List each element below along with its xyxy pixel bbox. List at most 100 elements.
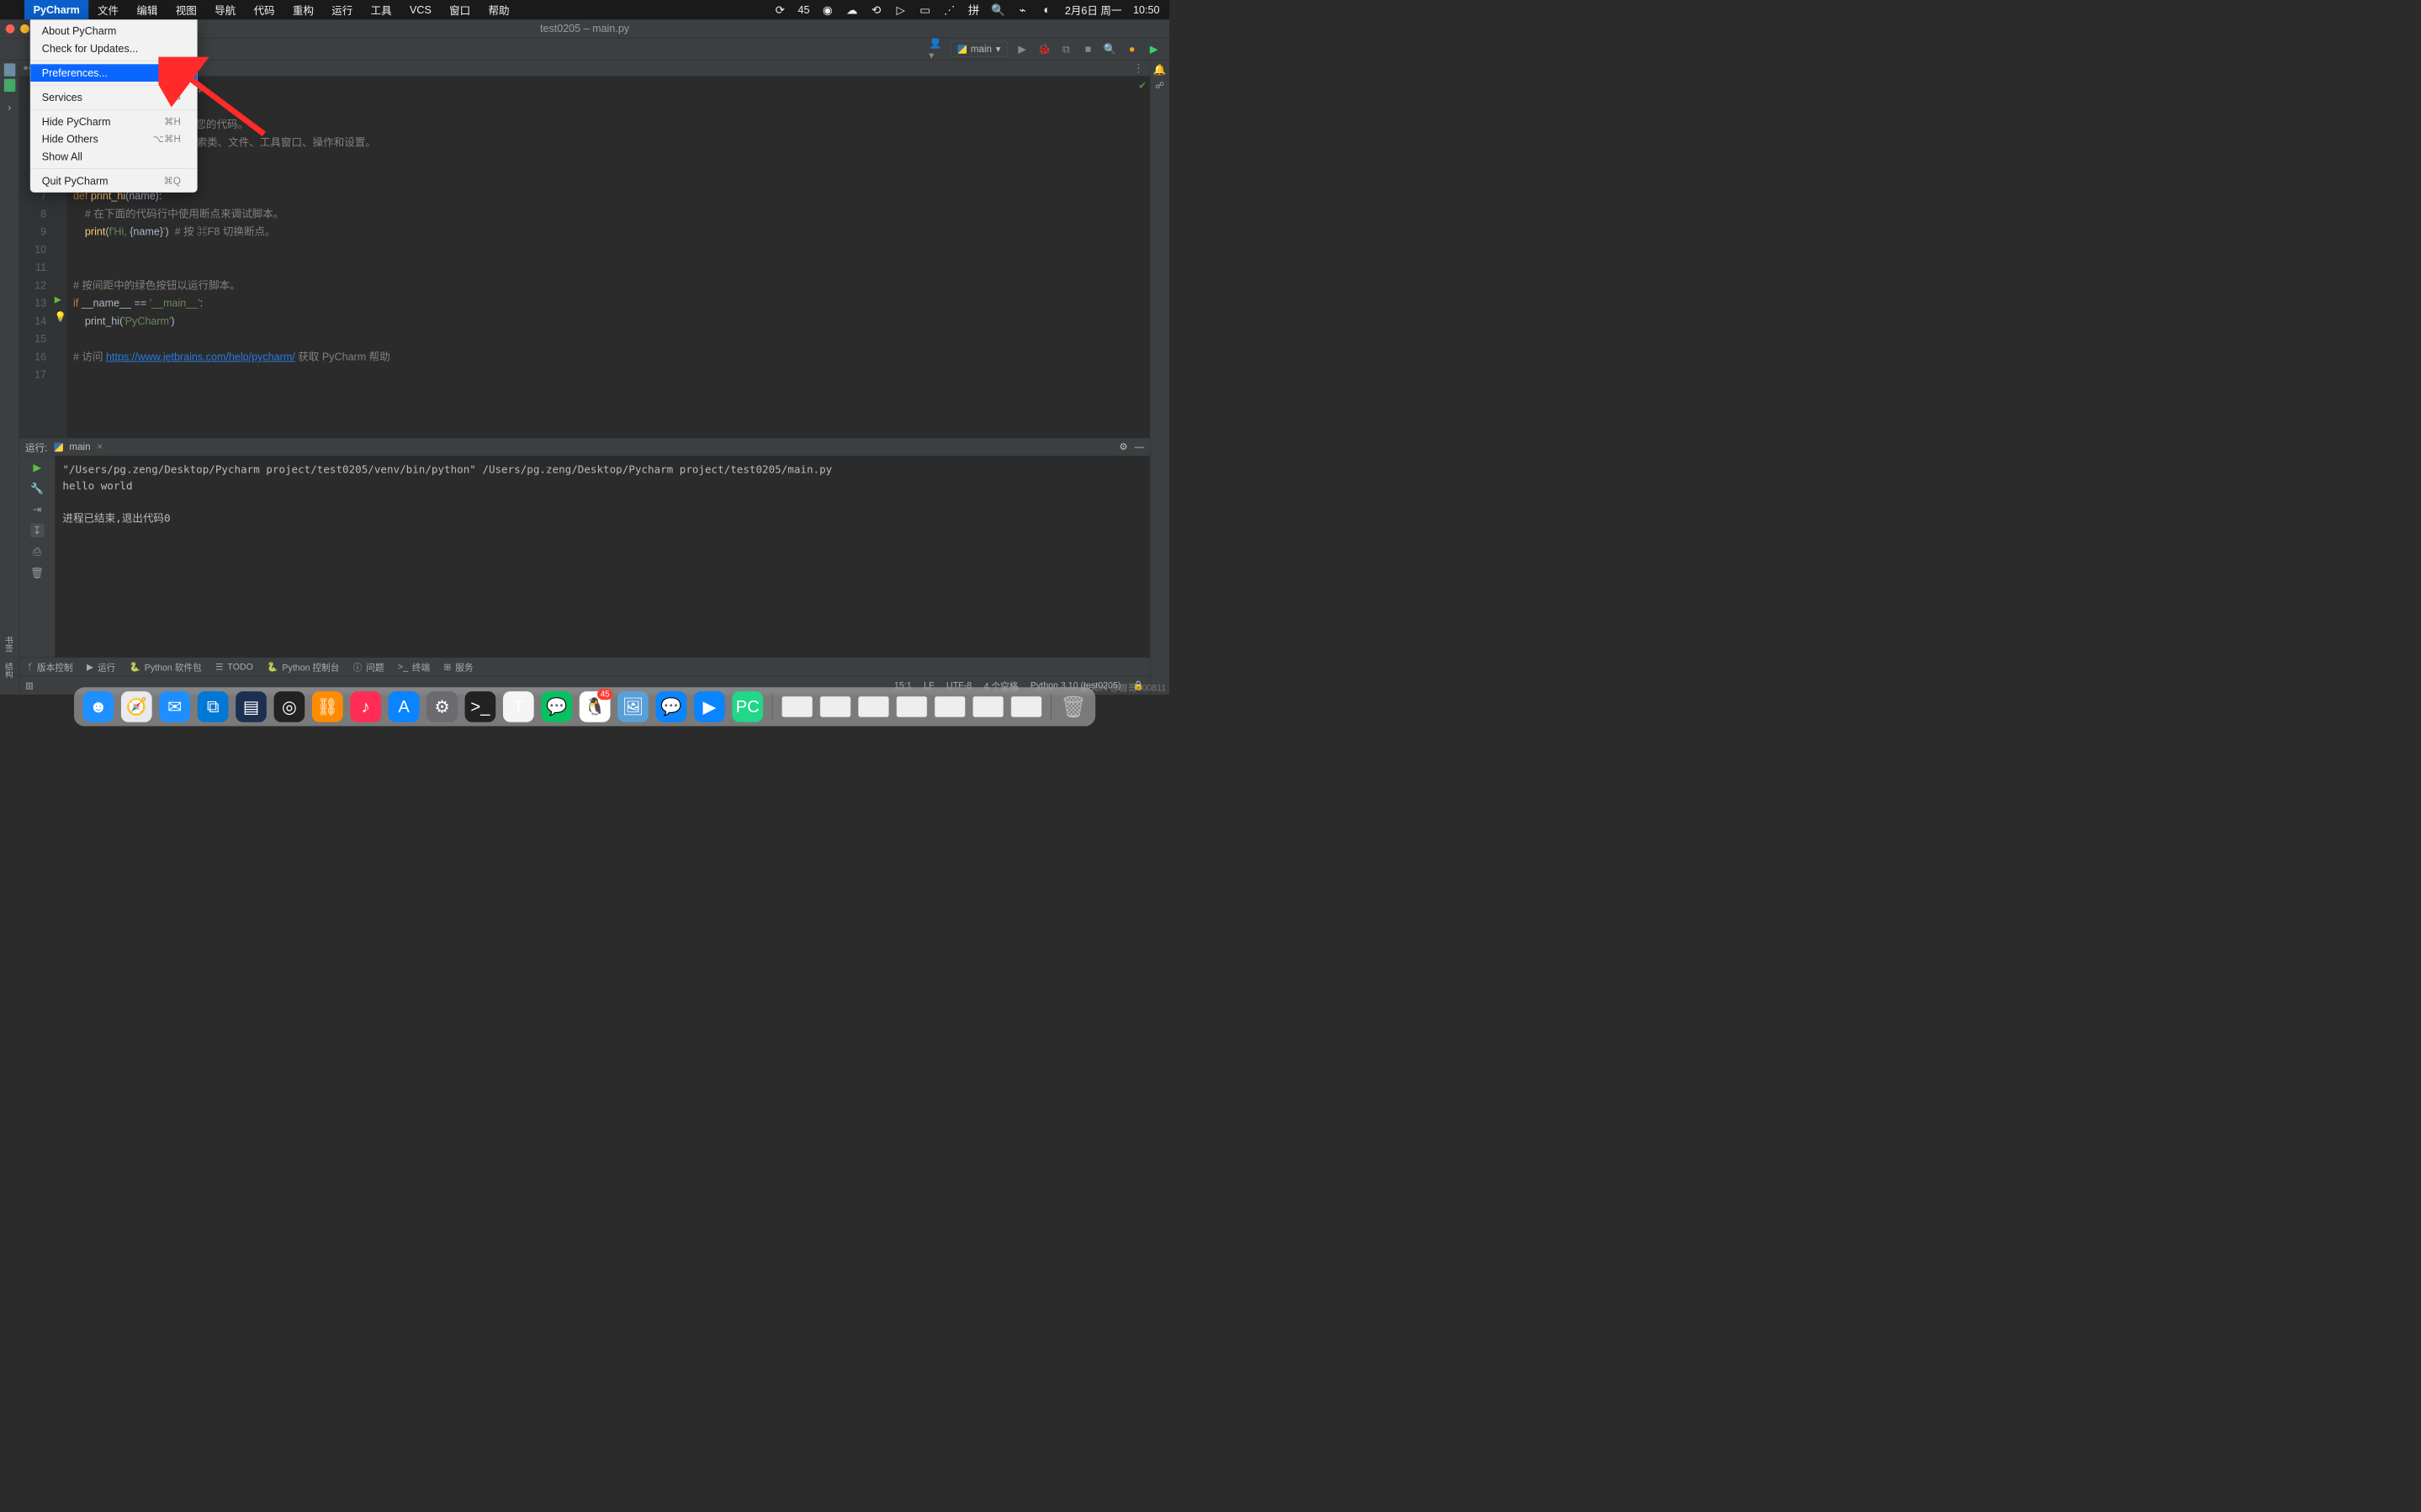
run-output[interactable]: "/Users/pg.zeng/Desktop/Pycharm project/… — [56, 456, 1150, 657]
menubar-time[interactable]: 10:50 — [1133, 3, 1159, 16]
mac-menu-窗口[interactable]: 窗口 — [440, 0, 479, 19]
notifications-icon[interactable]: 🔔 — [1153, 63, 1167, 76]
bottom-tab-3[interactable]: ☰TODO — [215, 662, 253, 673]
print-icon[interactable]: ⎙ — [30, 545, 44, 558]
run-settings-icon[interactable]: ⚙ — [1119, 441, 1127, 453]
pinyin-input-icon[interactable]: 拼 — [967, 3, 980, 16]
dock-app-music[interactable]: ♪ — [350, 691, 381, 722]
mac-menu-重构[interactable]: 重构 — [283, 0, 322, 19]
coverage-button[interactable]: ⧉ — [1059, 42, 1073, 56]
search-everywhere-icon[interactable]: 🔍 — [1103, 42, 1117, 56]
run-button[interactable]: ▶ — [1015, 42, 1030, 56]
status-widgets-icon[interactable]: ▥ — [25, 680, 34, 691]
menu-item-hide-pycharm[interactable]: Hide PyCharm⌘H — [30, 113, 197, 130]
dock-window-thumb[interactable] — [820, 696, 851, 717]
add-user-icon[interactable]: 👤▾ — [929, 42, 943, 56]
bottom-tab-1[interactable]: ▶运行 — [87, 660, 115, 673]
scroll-to-end-icon[interactable]: ↧ — [30, 524, 44, 537]
dock-app-vscode[interactable]: ⧉ — [198, 691, 229, 722]
dock-app-gitkraken[interactable]: ⛓ — [312, 691, 343, 722]
sync-icon[interactable]: ⟲ — [870, 3, 882, 16]
bottom-tab-2[interactable]: 🐍Python 软件包 — [130, 660, 202, 673]
dock-app-finder[interactable]: ☻ — [83, 691, 114, 722]
run-step-icon[interactable]: ⇥ — [30, 502, 44, 515]
structure-tool-icon[interactable] — [4, 79, 16, 92]
dock-app-terminal[interactable]: >_ — [465, 691, 496, 722]
menu-item-about-pycharm[interactable]: About PyCharm — [30, 23, 197, 40]
dock-trash[interactable]: 🗑 — [1061, 691, 1087, 722]
dock-app-pycharm[interactable]: PC — [732, 691, 763, 722]
inspection-ok-icon[interactable]: ✔ — [1138, 80, 1147, 92]
bottom-tab-6[interactable]: >_终端 — [398, 660, 430, 673]
dock-app-safari[interactable]: 🧭 — [121, 691, 152, 722]
siri-icon[interactable]: ◐ — [1041, 3, 1053, 16]
dock-app-preview[interactable]: 🖼 — [617, 691, 649, 722]
dock-app-octave[interactable]: ◎ — [274, 691, 305, 722]
rerun-button[interactable]: ▶ — [30, 460, 44, 473]
tab-options-icon[interactable]: ⋮ — [1133, 61, 1150, 75]
close-run-tab-icon[interactable]: × — [97, 441, 103, 453]
dock-window-thumb[interactable] — [858, 696, 889, 717]
dock-app-play[interactable]: ▶ — [694, 691, 725, 722]
menu-item-quit-pycharm[interactable]: Quit PyCharm⌘Q — [30, 172, 197, 190]
dock-app-tool[interactable]: ▤ — [236, 691, 267, 722]
dock-app-appstore[interactable]: A — [389, 691, 420, 722]
menu-item-check-for-updates-[interactable]: Check for Updates... — [30, 40, 197, 57]
bottom-tab-4[interactable]: 🐍Python 控制台 — [267, 660, 339, 673]
close-window-button[interactable] — [6, 24, 15, 34]
ide-update-icon[interactable]: ● — [1125, 42, 1139, 56]
hide-run-panel-icon[interactable]: — — [1135, 441, 1145, 453]
expand-icon[interactable]: › — [8, 103, 11, 114]
run-wrench-icon[interactable]: 🔧 — [30, 481, 44, 494]
side-tab-书签[interactable]: 书签 — [2, 633, 15, 656]
run-config-selector[interactable]: main▾ — [951, 41, 1008, 57]
mac-menu-代码[interactable]: 代码 — [245, 0, 283, 19]
database-tool-icon[interactable]: ☍ — [1155, 80, 1164, 91]
notion-icon[interactable]: ◉ — [821, 3, 834, 16]
wechat-tray-icon[interactable]: ☁ — [845, 3, 858, 16]
bottom-tab-0[interactable]: ᚶ版本控制 — [28, 660, 73, 673]
play-tray-icon[interactable]: ▷ — [894, 3, 907, 16]
run-tab-name[interactable]: main — [69, 441, 90, 453]
mac-menu-帮助[interactable]: 帮助 — [479, 0, 518, 19]
refresh-icon[interactable]: ⟳ — [774, 3, 787, 16]
bottom-tab-7[interactable]: ⊞服务 — [444, 660, 474, 673]
dock-app-mail[interactable]: ✉ — [159, 691, 190, 722]
dock-window-thumb[interactable] — [935, 696, 966, 717]
project-tool-icon[interactable] — [4, 63, 16, 76]
spotlight-icon[interactable]: 🔍 — [992, 3, 1004, 16]
mac-menu-视图[interactable]: 视图 — [167, 0, 205, 19]
menu-item-services[interactable]: Services› — [30, 88, 197, 106]
mac-menu-导航[interactable]: 导航 — [205, 0, 244, 19]
dock-window-thumb[interactable] — [972, 696, 1004, 717]
dock-app-wechat[interactable]: 💬 — [541, 691, 572, 722]
delete-output-icon[interactable]: 🗑 — [30, 566, 44, 579]
menu-item-preferences-[interactable]: Preferences...⌘ , — [30, 64, 197, 82]
mac-menu-pycharm[interactable]: PyCharm — [24, 0, 88, 19]
mac-menu-工具[interactable]: 工具 — [362, 0, 400, 19]
dock-app-settings[interactable]: ⚙ — [426, 691, 458, 722]
mac-menu-vcs[interactable]: VCS — [400, 0, 440, 19]
mac-menu-运行[interactable]: 运行 — [323, 0, 362, 19]
bottom-tab-5[interactable]: ⓘ问题 — [353, 660, 384, 673]
menu-item-show-all[interactable]: Show All — [30, 148, 197, 166]
mac-menu-文件[interactable]: 文件 — [88, 0, 127, 19]
dock-window-thumb[interactable] — [896, 696, 927, 717]
wifi-icon[interactable]: ⋰ — [943, 3, 956, 16]
dock-app-qq[interactable]: 🐧 — [580, 691, 611, 722]
side-tab-结构[interactable]: 结构 — [2, 658, 15, 681]
minimize-window-button[interactable] — [20, 24, 29, 34]
battery-icon[interactable]: ▭ — [919, 3, 931, 16]
code-content[interactable]: # 这是一个示例 Python 脚本。# 按 ^R 执行或将其替换为您的代码。#… — [66, 77, 1150, 438]
jetbrains-toolbox-icon[interactable]: ▶ — [1147, 42, 1161, 56]
mac-menu-编辑[interactable]: 编辑 — [128, 0, 167, 19]
dock-window-thumb[interactable] — [781, 696, 813, 717]
dock-app-chat[interactable]: 💬 — [656, 691, 687, 722]
menu-item-hide-others[interactable]: Hide Others⌥⌘H — [30, 130, 197, 148]
dock-window-thumb[interactable] — [1011, 696, 1042, 717]
debug-button[interactable]: 🐞 — [1037, 42, 1052, 56]
dock-app-textedit[interactable]: T — [503, 691, 534, 722]
control-center-icon[interactable]: ⌁ — [1016, 3, 1029, 16]
stop-button[interactable]: ■ — [1081, 42, 1095, 56]
menubar-date[interactable]: 2月6日 周一 — [1065, 3, 1122, 18]
